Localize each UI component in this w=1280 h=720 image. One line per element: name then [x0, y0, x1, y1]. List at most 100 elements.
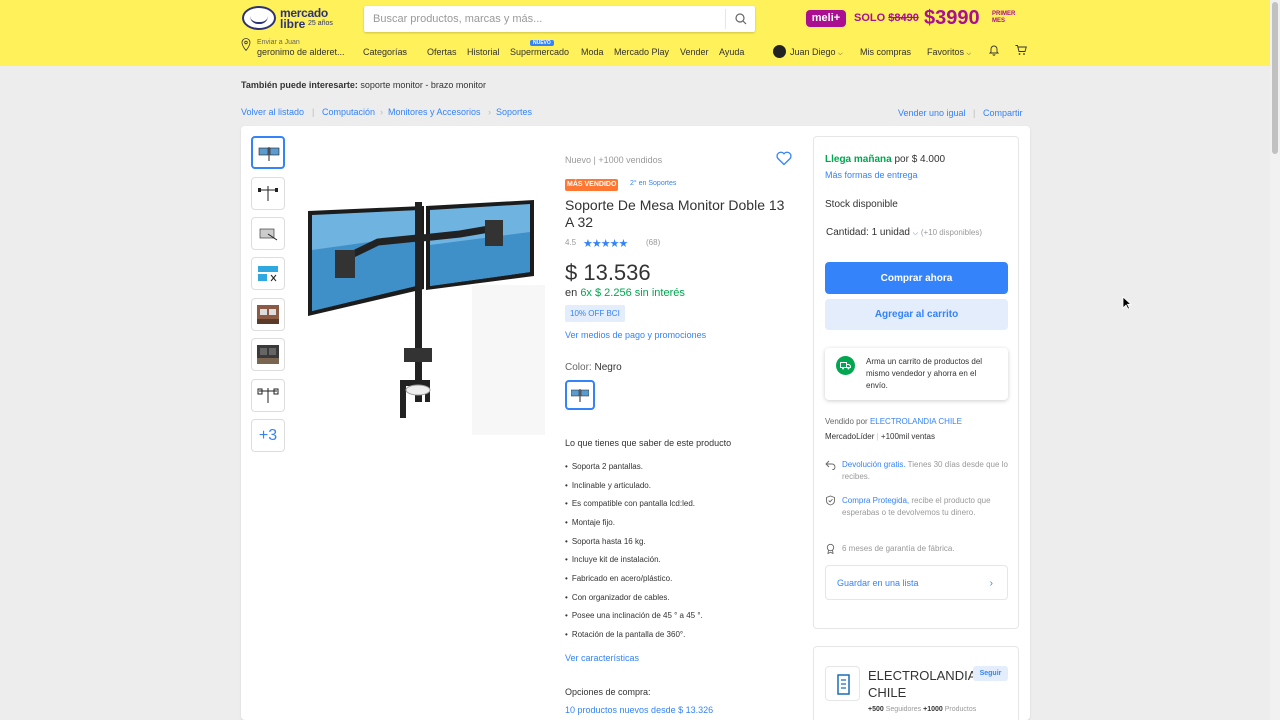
- feature-text: Posee una inclinación de 45 ° a 45 °.: [571, 611, 703, 620]
- review-count[interactable]: (68): [646, 238, 660, 247]
- gallery-more-button[interactable]: +3: [251, 419, 285, 452]
- nav-historial[interactable]: Historial: [467, 47, 500, 57]
- truck-icon: [836, 356, 855, 375]
- location-address: geronimo de alderet...: [257, 47, 345, 57]
- add-to-cart-button[interactable]: Agregar al carrito: [825, 299, 1008, 330]
- breadcrumb-soportes[interactable]: Soportes: [496, 107, 532, 117]
- installments: en 6x $ 2.256 sin interés: [565, 287, 685, 299]
- product-price: $ 13.536: [565, 260, 651, 285]
- sold-by-label: Vendido por: [825, 417, 868, 426]
- search-icon: [735, 13, 747, 25]
- save-to-list-label: Guardar en una lista: [837, 578, 919, 588]
- quantity-value: 1 unidad: [871, 227, 910, 238]
- seller-logo-icon: [837, 674, 850, 695]
- mercadolibre-logo[interactable]: mercado libre 25 años: [242, 6, 334, 32]
- favoritos-label: Favoritos: [927, 47, 965, 57]
- mount-rear-icon: [257, 388, 279, 403]
- user-menu[interactable]: Juan Diego ⌵: [790, 47, 843, 58]
- promo-per-month: PRIMER MES: [992, 11, 1016, 24]
- feature-text: Rotación de la pantalla de 360°.: [571, 630, 686, 639]
- sold-by: Vendido por ELECTROLANDIA CHILE: [825, 417, 962, 426]
- search-input[interactable]: [364, 6, 724, 32]
- seller-link[interactable]: ELECTROLANDIA CHILE: [870, 417, 962, 426]
- products-num: +1000: [923, 706, 943, 713]
- return-arrow-icon: [825, 460, 836, 470]
- seller-logo[interactable]: [825, 666, 860, 701]
- rating-stars[interactable]: ★★★★★: [583, 237, 628, 250]
- follow-button[interactable]: Seguir: [973, 666, 1008, 681]
- gallery-thumbnail[interactable]: [251, 379, 285, 412]
- more-delivery-link[interactable]: Más formas de entrega: [825, 170, 918, 180]
- feature-item: • Inclinable y articulado.: [565, 481, 651, 490]
- bell-icon[interactable]: [988, 44, 1000, 56]
- nav-moda[interactable]: Moda: [581, 47, 604, 57]
- mount-detail-icon: [259, 228, 278, 241]
- search-box: [364, 6, 755, 32]
- ranking-link[interactable]: 2° en Soportes: [630, 180, 676, 187]
- feature-text: Montaje fijo.: [571, 518, 615, 527]
- chevron-down-icon: ⌵: [838, 51, 843, 57]
- nav-supermercado[interactable]: Supermercado: [510, 47, 569, 57]
- buy-now-button[interactable]: Comprar ahora: [825, 262, 1008, 294]
- search-button[interactable]: [725, 9, 755, 29]
- protected-purchase-link[interactable]: Compra Protegida,: [842, 496, 909, 505]
- followers-num: +500: [868, 706, 884, 713]
- breadcrumb-separator: |: [312, 107, 315, 117]
- nav-ofertas[interactable]: Ofertas: [427, 47, 457, 57]
- discount-badge: 10% OFF BCI: [565, 305, 625, 322]
- nav-mercado-play[interactable]: Mercado Play: [614, 47, 669, 57]
- mis-compras-link[interactable]: Mis compras: [860, 47, 911, 57]
- new-products-link[interactable]: 10 productos nuevos desde $ 13.326: [565, 705, 713, 715]
- color-label-text: Color:: [565, 362, 592, 373]
- color-swatch[interactable]: [565, 380, 595, 410]
- nav-ayuda[interactable]: Ayuda: [719, 47, 744, 57]
- nav-categorias[interactable]: Categorías: [363, 47, 407, 57]
- back-to-list-link[interactable]: Volver al listado: [241, 107, 304, 117]
- cart-icon[interactable]: [1015, 44, 1027, 56]
- color-value: Negro: [594, 362, 622, 373]
- scrollbar-thumb[interactable]: [1272, 2, 1278, 154]
- color-label: Color: Negro: [565, 362, 622, 373]
- logo-years: 25 años: [308, 20, 333, 27]
- product-main-image[interactable]: [300, 190, 545, 435]
- favoritos-menu[interactable]: Favoritos ⌵: [927, 47, 971, 58]
- gallery-thumbnail[interactable]: [251, 177, 285, 210]
- delivery-info: Llega mañana por $ 4.000: [825, 154, 945, 165]
- related-terms[interactable]: soporte monitor - brazo monitor: [360, 80, 486, 90]
- gallery-thumbnail[interactable]: [251, 257, 285, 290]
- gallery-thumbnail[interactable]: [251, 338, 285, 371]
- warranty-text: 6 meses de garantía de fábrica.: [842, 544, 955, 553]
- see-characteristics-link[interactable]: Ver características: [565, 653, 639, 663]
- seller-reputation: MercadoLíder | +100mil ventas: [825, 432, 935, 441]
- chevron-right-icon: ›: [380, 107, 383, 117]
- condition-sold: Nuevo | +1000 vendidos: [565, 155, 663, 165]
- promo-solo: SOLO $8490: [854, 12, 919, 24]
- free-return-link[interactable]: Devolución gratis.: [842, 460, 906, 469]
- gallery-thumbnail[interactable]: [251, 217, 285, 250]
- leader-label: MercadoLíder: [825, 432, 875, 441]
- save-to-list-button[interactable]: Guardar en una lista ›: [825, 565, 1008, 600]
- chevron-right-icon: ›: [488, 107, 491, 117]
- delivery-cost: por $ 4.000: [894, 154, 946, 165]
- share-link[interactable]: Compartir: [983, 108, 1023, 118]
- feature-item: • Soporta hasta 16 kg.: [565, 537, 646, 546]
- available-count: (+10 disponibles): [920, 228, 982, 237]
- heart-icon[interactable]: [776, 151, 792, 166]
- quantity-selector[interactable]: Cantidad: 1 unidad ⌵ (+10 disponibles): [826, 227, 982, 238]
- breadcrumb-monitores[interactable]: Monitores y Accesorios: [388, 107, 481, 117]
- sell-same-link[interactable]: Vender uno igual: [898, 108, 966, 118]
- avatar[interactable]: [773, 45, 786, 58]
- followers-label: Seguidores: [885, 706, 922, 713]
- handshake-logo-icon: [242, 6, 276, 30]
- chevron-down-icon: ⌵: [966, 51, 972, 57]
- nav-vender[interactable]: Vender: [680, 47, 709, 57]
- link-separator: |: [973, 108, 976, 118]
- gallery-thumbnail[interactable]: [251, 298, 285, 331]
- features-title: Lo que tienes que saber de este producto: [565, 438, 732, 448]
- seller-name[interactable]: ELECTROLANDIA CHILE: [868, 667, 978, 701]
- payment-methods-link[interactable]: Ver medios de pago y promociones: [565, 330, 706, 340]
- breadcrumb-computacion[interactable]: Computación: [322, 107, 375, 117]
- gallery-thumbnail[interactable]: [251, 136, 285, 169]
- feature-item: • Fabricado en acero/plástico.: [565, 574, 673, 583]
- feature-item: • Con organizador de cables.: [565, 593, 670, 602]
